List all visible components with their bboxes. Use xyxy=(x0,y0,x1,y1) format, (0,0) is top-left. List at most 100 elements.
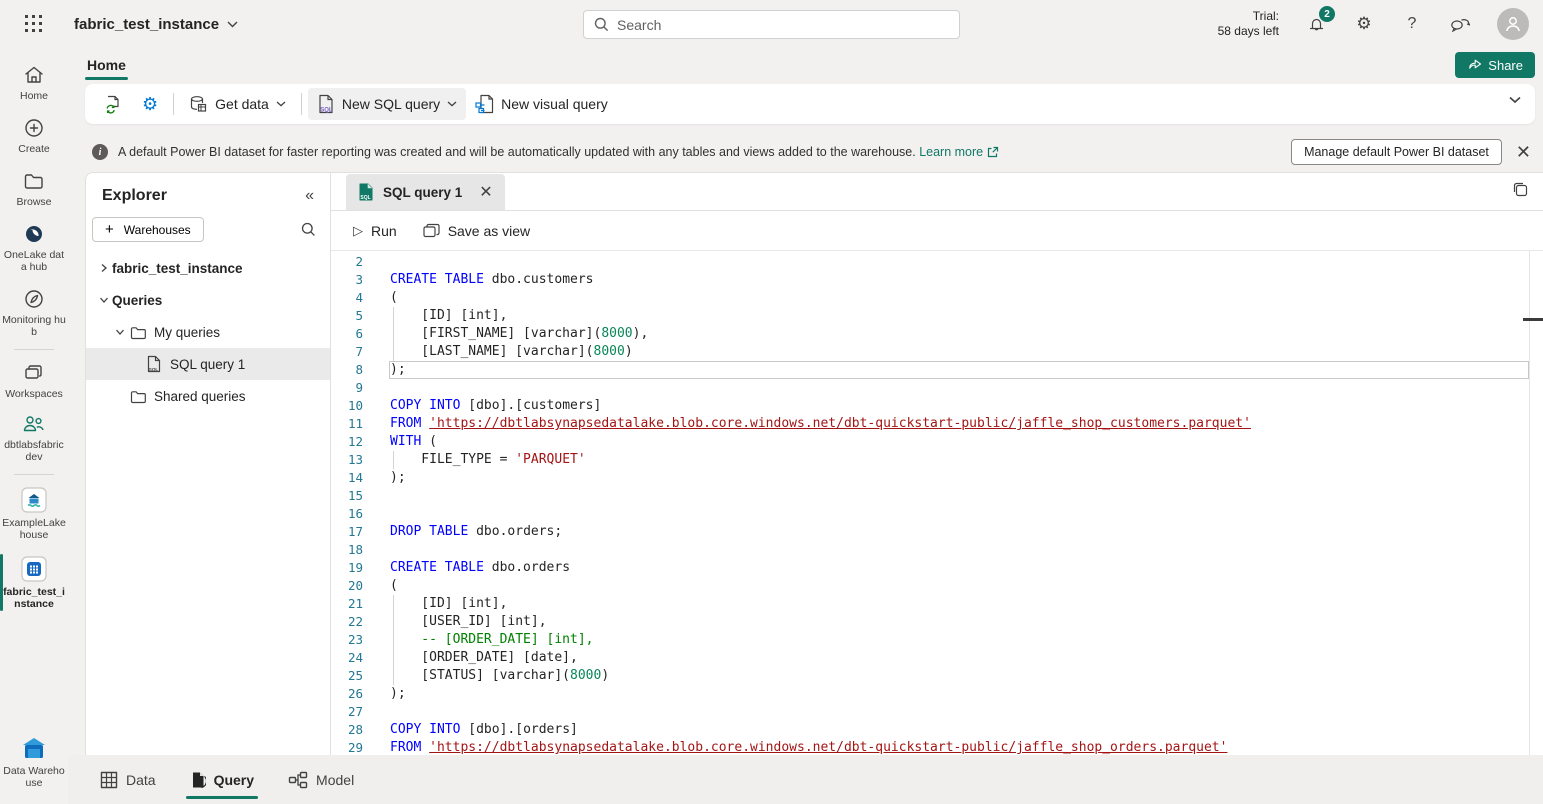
tree-item-label: Shared queries xyxy=(154,389,246,404)
nav-item-onelake-data-hub[interactable]: OneLake data hub xyxy=(0,215,68,280)
code-line-4[interactable]: 4( xyxy=(331,289,1529,307)
code-line-7[interactable]: 7 [LAST_NAME] [varchar](8000) xyxy=(331,343,1529,361)
copy-icon[interactable] xyxy=(1512,181,1529,198)
nav-item-label: OneLake data hub xyxy=(2,249,66,273)
line-number: 17 xyxy=(331,523,363,541)
settings-button[interactable]: ⚙ xyxy=(1353,13,1375,35)
code-line-8[interactable]: 8); xyxy=(331,361,1529,379)
new-warehouse-button[interactable]: + Warehouses xyxy=(92,217,204,242)
code-line-9[interactable]: 9 xyxy=(331,379,1529,397)
account-avatar[interactable] xyxy=(1497,8,1529,40)
svg-text:SQL: SQL xyxy=(320,108,333,114)
results-splitter-handle[interactable] xyxy=(1523,318,1543,321)
close-tab-icon[interactable]: ✕ xyxy=(479,182,492,202)
chevron-down-icon[interactable] xyxy=(96,296,112,304)
tree-item-sql-query-1[interactable]: SQLSQL query 1 xyxy=(86,348,330,380)
sql-code-editor[interactable]: 23CREATE TABLE dbo.customers4(5 [ID] [in… xyxy=(331,251,1529,755)
manage-dataset-button[interactable]: Manage default Power BI dataset xyxy=(1291,139,1502,165)
global-search[interactable] xyxy=(583,10,960,39)
learn-more-link[interactable]: Learn more xyxy=(919,145,983,159)
code-line-15[interactable]: 15 xyxy=(331,487,1529,505)
code-line-24[interactable]: 24 [ORDER_DATE] [date], xyxy=(331,649,1529,667)
code-line-18[interactable]: 18 xyxy=(331,541,1529,559)
bottom-tab-data[interactable]: Data xyxy=(100,755,156,804)
tab-home[interactable]: Home xyxy=(85,53,128,77)
code-line-3[interactable]: 3CREATE TABLE dbo.customers xyxy=(331,271,1529,289)
new-sql-query-button[interactable]: SQL New SQL query xyxy=(308,88,466,120)
code-line-23[interactable]: 23 -- [ORDER_DATE] [int], xyxy=(331,631,1529,649)
get-data-button[interactable]: Get data xyxy=(180,89,295,120)
nav-item-data-warehouse[interactable]: Data Warehouse xyxy=(0,729,68,796)
help-button[interactable]: ? xyxy=(1401,13,1423,35)
code-line-27[interactable]: 27 xyxy=(331,703,1529,721)
code-line-25[interactable]: 25 [STATUS] [varchar](8000) xyxy=(331,667,1529,685)
line-number: 24 xyxy=(331,649,363,667)
code-line-19[interactable]: 19CREATE TABLE dbo.orders xyxy=(331,559,1529,577)
code-line-20[interactable]: 20( xyxy=(331,577,1529,595)
nav-item-browse[interactable]: Browse xyxy=(0,162,68,215)
search-input[interactable] xyxy=(617,17,949,33)
save-as-view-button[interactable]: Save as view xyxy=(423,223,530,239)
code-line-29[interactable]: 29FROM 'https://dbtlabsynapsedatalake.bl… xyxy=(331,739,1529,755)
warehouse-settings-button[interactable]: ⚙ xyxy=(133,88,167,121)
nav-item-workspaces[interactable]: Workspaces xyxy=(0,354,68,407)
code-line-13[interactable]: 13 FILE_TYPE = 'PARQUET' xyxy=(331,451,1529,469)
monitoring-icon xyxy=(22,287,46,311)
code-line-2[interactable]: 2 xyxy=(331,253,1529,271)
bottom-tab-label: Model xyxy=(316,772,354,788)
nav-item-create[interactable]: Create xyxy=(0,109,68,162)
explorer-search-icon[interactable] xyxy=(301,222,316,237)
new-visual-query-button[interactable]: New visual query xyxy=(466,88,617,120)
tree-item-shared-queries[interactable]: Shared queries xyxy=(86,380,330,412)
code-line-6[interactable]: 6 [FIRST_NAME] [varchar](8000), xyxy=(331,325,1529,343)
chevron-down-icon xyxy=(227,21,238,28)
code-line-28[interactable]: 28COPY INTO [dbo].[orders] xyxy=(331,721,1529,739)
dataset-info-banner: i A default Power BI dataset for faster … xyxy=(68,132,1543,172)
code-line-16[interactable]: 16 xyxy=(331,505,1529,523)
code-line-text: FROM 'https://dbtlabsynapsedatalake.blob… xyxy=(389,415,1529,433)
code-line-10[interactable]: 10COPY INTO [dbo].[customers] xyxy=(331,397,1529,415)
line-number: 23 xyxy=(331,631,363,649)
play-icon: ▷ xyxy=(353,223,363,239)
feedback-button[interactable] xyxy=(1449,13,1471,35)
share-button[interactable]: Share xyxy=(1455,52,1535,78)
bottom-tab-query[interactable]: Query xyxy=(190,755,254,804)
app-launcher-button[interactable] xyxy=(0,15,68,34)
visual-query-icon xyxy=(475,94,494,114)
code-line-11[interactable]: 11FROM 'https://dbtlabsynapsedatalake.bl… xyxy=(331,415,1529,433)
code-line-5[interactable]: 5 [ID] [int], xyxy=(331,307,1529,325)
tree-item-my-queries[interactable]: My queries xyxy=(86,316,330,348)
run-button[interactable]: ▷ Run xyxy=(353,223,397,239)
svg-text:SQL: SQL xyxy=(360,195,370,201)
code-line-17[interactable]: 17DROP TABLE dbo.orders; xyxy=(331,523,1529,541)
code-line-26[interactable]: 26); xyxy=(331,685,1529,703)
banner-close-icon[interactable]: ✕ xyxy=(1516,143,1531,161)
tree-item-fabric-test-instance[interactable]: fabric_test_instance xyxy=(86,252,330,284)
database-icon xyxy=(189,95,208,114)
line-number: 22 xyxy=(331,613,363,631)
collapse-explorer-button[interactable]: « xyxy=(305,187,314,205)
nav-item-dbtlabsfabricdev[interactable]: dbtlabsfabricdev xyxy=(0,407,68,470)
notifications-button[interactable]: 2 xyxy=(1305,13,1327,35)
refresh-source-button[interactable] xyxy=(95,88,133,120)
nav-item-examplelakehouse[interactable]: ExampleLakehouse xyxy=(0,479,68,548)
bottom-tab-model[interactable]: Model xyxy=(288,755,354,804)
nav-item-fabric-test-instance[interactable]: fabric_test_instance xyxy=(0,548,68,617)
code-line-14[interactable]: 14); xyxy=(331,469,1529,487)
chevron-down-icon[interactable] xyxy=(112,328,128,336)
nav-item-monitoring-hub[interactable]: Monitoring hub xyxy=(0,280,68,345)
code-line-21[interactable]: 21 [ID] [int], xyxy=(331,595,1529,613)
workspace-title-dropdown[interactable]: fabric_test_instance xyxy=(74,16,238,33)
code-line-12[interactable]: 12WITH ( xyxy=(331,433,1529,451)
chevron-right-icon[interactable] xyxy=(96,263,112,273)
line-number: 7 xyxy=(331,343,363,361)
editor-scrollbar[interactable] xyxy=(1529,251,1543,755)
code-line-22[interactable]: 22 [USER_ID] [int], xyxy=(331,613,1529,631)
collapse-ribbon-button[interactable] xyxy=(1509,96,1521,104)
workspaces-icon xyxy=(22,361,46,385)
query-tab-sql-query-1[interactable]: SQL SQL query 1 ✕ xyxy=(346,174,505,210)
svg-text:SQL: SQL xyxy=(149,367,159,372)
nav-item-home[interactable]: Home xyxy=(0,56,68,109)
trial-status: Trial: 58 days left xyxy=(1218,9,1279,39)
tree-item-queries[interactable]: Queries xyxy=(86,284,330,316)
